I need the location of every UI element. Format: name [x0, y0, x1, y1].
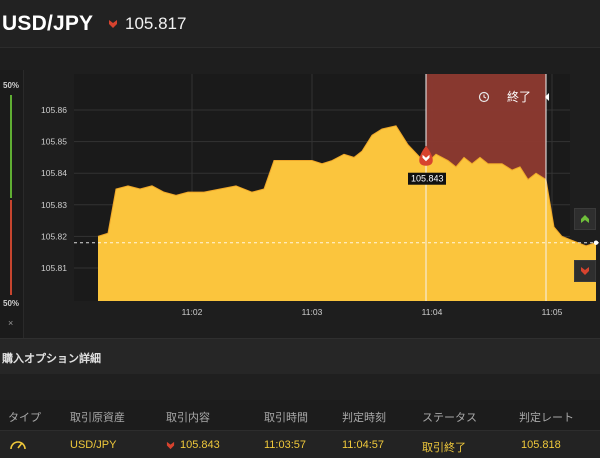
column-header-asset: 取引原資産 — [70, 412, 125, 424]
y-tick-label: 105.86 — [41, 105, 67, 115]
y-axis-labels: 105.86 105.85 105.84 105.83 105.82 105.81 — [41, 105, 67, 273]
x-tick-label: 11:05 — [542, 307, 563, 317]
y-tick-label: 105.81 — [41, 263, 67, 273]
down-arrow-icon — [166, 441, 175, 449]
section-title: 購入オプション詳細 — [2, 353, 101, 365]
up-arrow-icon — [581, 215, 589, 223]
content-cell: 105.843 — [166, 439, 220, 451]
column-header-type: タイプ — [8, 412, 41, 424]
current-rate: 105.817 — [108, 14, 186, 34]
down-arrow-icon — [109, 20, 117, 28]
down-arrow-icon — [581, 267, 589, 275]
y-tick-label: 105.82 — [41, 231, 67, 241]
y-tick-label: 105.85 — [41, 137, 67, 147]
trade-time-cell: 11:03:57 — [264, 439, 307, 451]
x-tick-label: 11:02 — [182, 307, 203, 317]
judge-rate-cell: 105.818 — [521, 439, 561, 451]
y-tick-label: 105.83 — [41, 200, 67, 210]
asset-cell: USD/JPY — [70, 439, 117, 451]
column-header-status: ステータス — [422, 412, 477, 424]
x-axis-labels: 11:02 11:03 11:04 11:05 — [182, 307, 563, 317]
chart-header: USD/JPY 105.817 — [0, 0, 600, 48]
purchase-details-header: 購入オプション詳細 — [0, 338, 600, 374]
type-cell — [8, 437, 28, 454]
entry-rate-text: 105.843 — [411, 174, 444, 184]
column-header-trade-time: 取引時間 — [264, 412, 308, 424]
current-rate-value: 105.817 — [125, 14, 187, 33]
y-tick-label: 105.84 — [41, 168, 67, 178]
table-header: タイプ 取引原資産 取引内容 取引時間 判定時刻 ステータス 判定レート — [0, 400, 600, 430]
column-header-judge-rate: 判定レート — [519, 412, 574, 424]
price-chart[interactable]: 50% 50% × 105.86 105.85 105.84 105.83 105.82… — [0, 48, 600, 360]
x-tick-label: 11:04 — [422, 307, 443, 317]
entry-rate-label: 105.843 — [408, 172, 446, 185]
current-rate-dot — [593, 240, 599, 245]
gauge-icon — [10, 441, 26, 450]
table-row[interactable]: USD/JPY 105.843 11:03:57 11:04:57 取引終了 1… — [0, 430, 600, 458]
column-header-content: 取引内容 — [166, 412, 210, 424]
judge-time-cell: 11:04:57 — [342, 439, 385, 451]
buy-up-button[interactable] — [574, 208, 596, 230]
column-header-judge-time: 判定時刻 — [342, 412, 386, 424]
status-cell: 取引終了 — [422, 442, 466, 454]
expired-label: 終了 — [507, 89, 531, 104]
buy-down-button[interactable] — [574, 260, 596, 282]
content-rate: 105.843 — [180, 439, 220, 451]
chart-svg: 105.86 105.85 105.84 105.83 105.82 105.81 11:… — [41, 74, 600, 317]
x-tick-label: 11:03 — [302, 307, 323, 317]
currency-pair-title: USD/JPY — [2, 12, 94, 35]
